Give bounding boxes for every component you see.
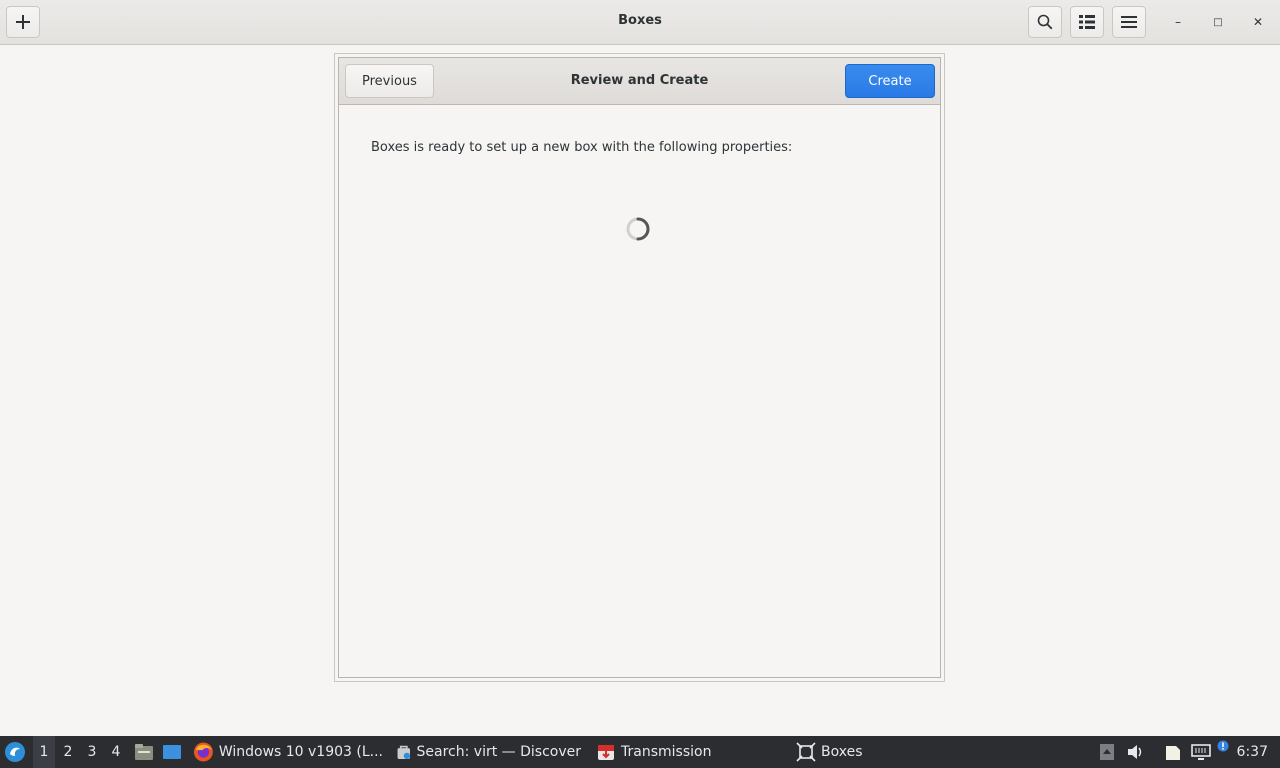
create-button[interactable]: Create (845, 64, 935, 98)
minimize-icon: – (1175, 15, 1181, 29)
transmission-icon (598, 745, 614, 760)
notification-icon (1217, 740, 1229, 752)
clipboard-button[interactable] (1163, 736, 1183, 768)
minimize-button[interactable]: – (1167, 11, 1189, 33)
task-label: Boxes (821, 744, 863, 760)
file-manager-launcher[interactable] (134, 736, 154, 768)
show-desktop-icon (163, 745, 181, 759)
task-label: Windows 10 v1903 (L... (218, 744, 383, 760)
taskbar-task-firefox[interactable]: Windows 10 v1903 (L... (193, 736, 383, 768)
clock[interactable]: 6:37 (1237, 736, 1268, 768)
task-label: Search: virt — Discover (416, 744, 581, 760)
close-icon: ✕ (1252, 15, 1264, 29)
header-bar: Boxes – □ ✕ (0, 0, 1280, 45)
discover-icon (397, 745, 410, 759)
loading-spinner-icon (626, 217, 650, 241)
search-icon (1037, 14, 1053, 30)
search-button[interactable] (1028, 6, 1062, 38)
close-button[interactable]: ✕ (1247, 11, 1269, 33)
dialog-frame: Previous Review and Create Create Boxes … (338, 57, 941, 678)
task-label: Transmission (621, 744, 712, 760)
taskbar-task-transmission[interactable]: Transmission (596, 736, 716, 768)
desktop-launcher[interactable] (162, 736, 182, 768)
hamburger-menu-icon (1121, 16, 1137, 28)
boxes-icon (796, 742, 816, 762)
dialog-header: Previous Review and Create Create (339, 58, 940, 105)
file-manager-icon (135, 744, 153, 760)
taskbar-task-discover[interactable]: Search: virt — Discover (396, 736, 581, 768)
view-toggle-button[interactable] (1070, 6, 1104, 38)
summary-message: Boxes is ready to set up a new box with … (371, 140, 793, 155)
taskbar-task-boxes[interactable]: Boxes (796, 736, 866, 768)
volume-icon (1128, 745, 1142, 759)
chevron-up-icon (1100, 744, 1114, 760)
workspace-3[interactable]: 3 (81, 736, 103, 768)
volume-button[interactable] (1126, 736, 1146, 768)
workspace-4[interactable]: 4 (105, 736, 127, 768)
maximize-icon: □ (1213, 16, 1223, 28)
app-launcher-button[interactable] (4, 736, 28, 768)
workspace-2[interactable]: 2 (57, 736, 79, 768)
firefox-icon (193, 742, 213, 762)
network-wired-icon (1191, 744, 1211, 760)
list-view-icon (1079, 15, 1095, 29)
maximize-button[interactable]: □ (1207, 11, 1229, 33)
taskbar: 1 2 3 4 Windows 10 v1903 (L... Search: v… (0, 736, 1280, 768)
app-launcher-icon (5, 742, 25, 762)
network-button[interactable] (1190, 736, 1212, 768)
tray-expand-button[interactable] (1098, 736, 1116, 768)
review-create-dialog: Previous Review and Create Create Boxes … (334, 53, 945, 682)
clipboard-icon (1166, 746, 1180, 760)
main-menu-button[interactable] (1112, 6, 1146, 38)
notification-button[interactable] (1215, 730, 1231, 762)
workspace-1[interactable]: 1 (33, 736, 55, 768)
